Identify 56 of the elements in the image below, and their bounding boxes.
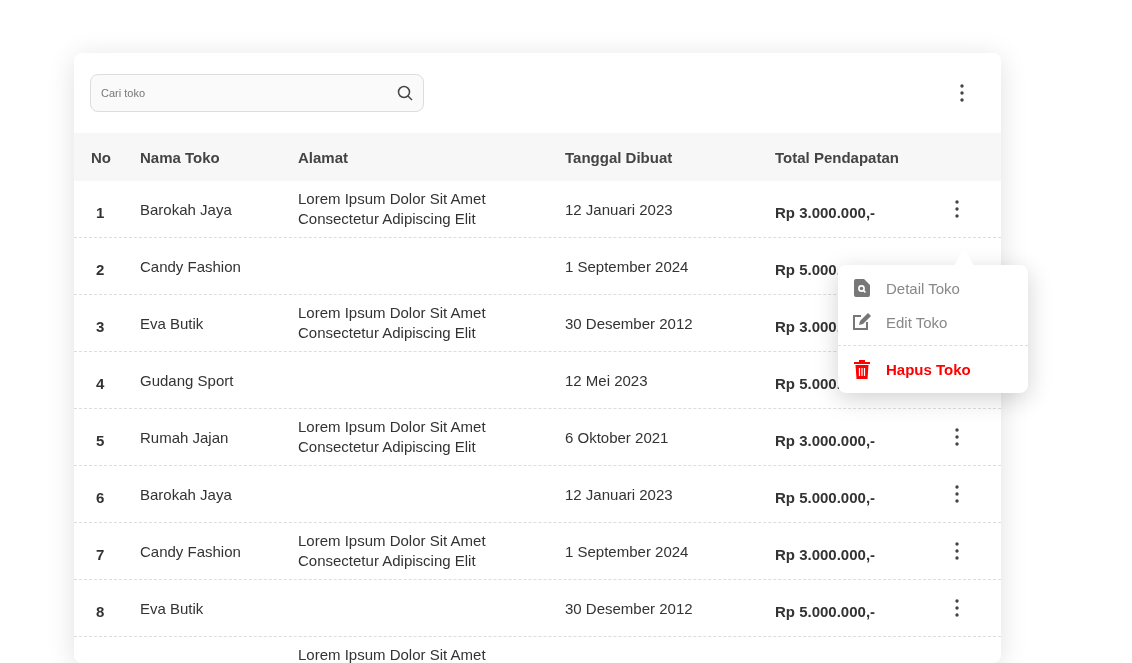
- store-name: Eva Butik: [140, 314, 204, 332]
- created-date: 12 Januari 2023: [565, 200, 673, 218]
- more-icon[interactable]: [954, 200, 960, 218]
- document-search-icon: [852, 279, 872, 297]
- column-header: Alamat: [298, 148, 349, 166]
- store-address: Lorem Ipsum Dolor Sit Amet Consectetur Adipiscing Elit: [298, 303, 486, 343]
- row-number: 1: [96, 203, 105, 221]
- menu-item[interactable]: Hapus Toko: [886, 361, 971, 378]
- column-header: Tanggal Dibuat: [565, 148, 673, 166]
- column-header: No: [91, 148, 111, 166]
- row-number: 8: [96, 602, 105, 620]
- created-date: 30 Desember 2012: [565, 599, 693, 617]
- created-date: 1 September 2024: [565, 257, 689, 275]
- created-date: 12 Januari 2023: [565, 485, 673, 503]
- revenue-amount: Rp 3.000.000,-: [775, 203, 876, 221]
- revenue-amount: Rp 3.000.000,-: [775, 431, 876, 449]
- store-name: Barokah Jaya: [140, 200, 232, 218]
- revenue-amount: Rp 5.000.: [775, 260, 841, 278]
- row-number: 4: [96, 374, 105, 392]
- store-name: Gudang Sport: [140, 371, 234, 389]
- menu-item[interactable]: Edit Toko: [886, 313, 948, 331]
- store-name: Barokah Jaya: [140, 485, 232, 503]
- more-icon[interactable]: [959, 84, 965, 102]
- row-number: 3: [96, 317, 105, 335]
- created-date: 30 Desember 2012: [565, 314, 693, 332]
- store-address: Lorem Ipsum Dolor Sit Amet Consectetur Adipiscing Elit: [298, 417, 486, 457]
- created-date: 12 Mei 2023: [565, 371, 648, 389]
- store-name: Candy Fashion: [140, 542, 241, 560]
- store-name: Eva Butik: [140, 599, 204, 617]
- column-header: Nama Toko: [140, 148, 220, 166]
- store-address: Lorem Ipsum Dolor Sit Amet: [298, 645, 486, 663]
- row-number: 6: [96, 488, 105, 506]
- revenue-amount: Rp 5.000.000,-: [775, 488, 876, 506]
- revenue-amount: Rp 5.000.: [775, 374, 841, 392]
- edit-icon: [852, 313, 872, 331]
- store-address: Lorem Ipsum Dolor Sit Amet Consectetur Adipiscing Elit: [298, 531, 486, 571]
- trash-icon: [852, 360, 872, 379]
- row-number: 7: [96, 545, 105, 563]
- more-icon[interactable]: [954, 485, 960, 503]
- column-header: Total Pendapatan: [775, 148, 899, 166]
- row-number: 5: [96, 431, 105, 449]
- menu-item[interactable]: Detail Toko: [886, 279, 960, 297]
- revenue-amount: Rp 5.000.000,-: [775, 602, 876, 620]
- row-number: 2: [96, 260, 105, 278]
- created-date: 1 September 2024: [565, 542, 689, 560]
- store-name: Rumah Jajan: [140, 428, 229, 446]
- more-icon[interactable]: [954, 428, 960, 446]
- more-icon[interactable]: [954, 599, 960, 617]
- store-name: Candy Fashion: [140, 257, 241, 275]
- search-field[interactable]: Cari toko: [90, 74, 424, 112]
- more-icon[interactable]: [954, 542, 960, 560]
- search-icon[interactable]: [397, 85, 413, 101]
- created-date: 6 Oktober 2021: [565, 428, 669, 446]
- revenue-amount: Rp 3.000.: [775, 317, 841, 335]
- revenue-amount: Rp 3.000.000,-: [775, 545, 876, 563]
- store-address: Lorem Ipsum Dolor Sit Amet Consectetur Adipiscing Elit: [298, 189, 486, 229]
